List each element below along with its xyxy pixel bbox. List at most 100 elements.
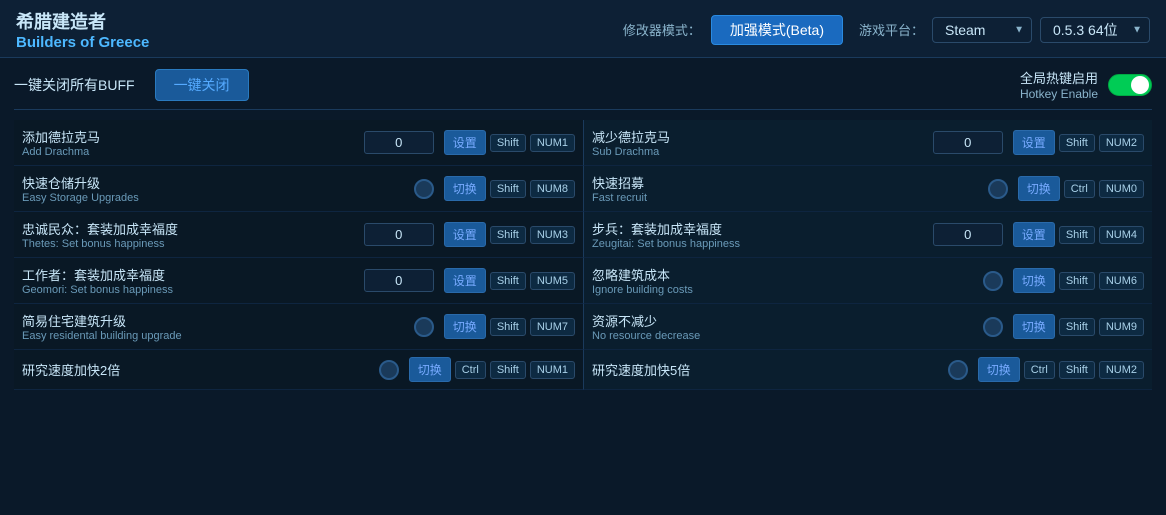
top-right: 全局热键启用 Hotkey Enable: [1020, 68, 1152, 101]
cheat-name-cn: 忠诚民众：套装加成幸福度: [22, 219, 354, 238]
toggle-switch[interactable]: [1108, 74, 1152, 96]
cheat-name-cn: 忽略建筑成本: [592, 265, 973, 284]
set-button-add-drachma[interactable]: 设置: [444, 130, 486, 155]
easy-residential-toggle[interactable]: [414, 317, 434, 337]
key-shift-zeugitai: Shift: [1059, 226, 1095, 244]
hotkey-buttons-geomori: 设置 Shift NUM5: [444, 268, 575, 293]
cheat-name-en: Add Drachma: [22, 146, 354, 158]
fast-recruit-toggle[interactable]: [988, 179, 1008, 199]
enhanced-mode-button[interactable]: 加强模式(Beta): [711, 15, 843, 45]
cheat-row-sub-drachma: 减少德拉克马 Sub Drachma 设置 Shift NUM2: [583, 120, 1152, 166]
key-num8-easy-storage: NUM8: [530, 180, 575, 198]
cheat-row-add-drachma: 添加德拉克马 Add Drachma 设置 Shift NUM1: [14, 120, 583, 166]
zeugitai-input[interactable]: [933, 223, 1003, 246]
key-ctrl-research-5x: Ctrl: [1024, 361, 1055, 379]
cheat-row-zeugitai: 步兵：套装加成幸福度 Zeugitai: Set bonus happiness…: [583, 212, 1152, 258]
hotkey-buttons-research-5x: 切换 Ctrl Shift NUM2: [978, 357, 1144, 382]
add-drachma-input[interactable]: [364, 131, 434, 154]
cheat-name-en: Zeugitai: Set bonus happiness: [592, 238, 923, 250]
cheat-name-en: Geomori: Set bonus happiness: [22, 284, 354, 296]
key-num1-add-drachma: NUM1: [530, 134, 575, 152]
thetes-input[interactable]: [364, 223, 434, 246]
toggle-button-easy-residential[interactable]: 切换: [444, 314, 486, 339]
key-num9-no-resource: NUM9: [1099, 318, 1144, 336]
key-num2-research-5x: NUM2: [1099, 361, 1144, 379]
research-5x-toggle[interactable]: [948, 360, 968, 380]
toggle-button-research-5x[interactable]: 切换: [978, 357, 1020, 382]
cheat-info-easy-storage: 快速仓储升级 Easy Storage Upgrades: [22, 173, 404, 204]
hotkey-buttons-add-drachma: 设置 Shift NUM1: [444, 130, 575, 155]
cheat-name-cn: 快速招募: [592, 173, 978, 192]
key-num2-sub-drachma: NUM2: [1099, 134, 1144, 152]
cheat-name-cn: 资源不减少: [592, 311, 973, 330]
top-row: 一键关闭所有BUFF 一键关闭 全局热键启用 Hotkey Enable: [14, 68, 1152, 110]
title-english: Builders of Greece: [16, 34, 149, 51]
platform-select[interactable]: Steam: [932, 17, 1032, 43]
cheat-name-cn: 步兵：套装加成幸福度: [592, 219, 923, 238]
cheat-row-ignore-building: 忽略建筑成本 Ignore building costs 切换 Shift NU…: [583, 258, 1152, 304]
hotkey-label-cn: 全局热键启用: [1020, 68, 1098, 87]
platform-section: 游戏平台： Steam 0.5.3 64位: [859, 17, 1150, 43]
toggle-button-easy-storage[interactable]: 切换: [444, 176, 486, 201]
geomori-input[interactable]: [364, 269, 434, 292]
cheat-info-sub-drachma: 减少德拉克马 Sub Drachma: [592, 127, 923, 158]
cheat-grid: 添加德拉克马 Add Drachma 设置 Shift NUM1 减少德拉克马 …: [14, 120, 1152, 390]
close-all-label: 一键关闭所有BUFF: [14, 75, 135, 95]
cheat-row-research-2x: 研究速度加快2倍 切换 Ctrl Shift NUM1: [14, 350, 583, 390]
key-num3-thetes: NUM3: [530, 226, 575, 244]
cheat-name-en: Easy Storage Upgrades: [22, 192, 404, 204]
cheat-row-fast-recruit: 快速招募 Fast recruit 切换 Ctrl NUM0: [583, 166, 1152, 212]
key-shift-easy-storage: Shift: [490, 180, 526, 198]
toggle-button-research-2x[interactable]: 切换: [409, 357, 451, 382]
key-shift-research-2x: Shift: [490, 361, 526, 379]
mode-section: 修改器模式： 加强模式(Beta): [623, 15, 843, 45]
top-left: 一键关闭所有BUFF 一键关闭: [14, 69, 249, 101]
toggle-button-fast-recruit[interactable]: 切换: [1018, 176, 1060, 201]
header: 希腊建造者 Builders of Greece 修改器模式： 加强模式(Bet…: [0, 0, 1166, 58]
easy-storage-toggle[interactable]: [414, 179, 434, 199]
cheat-row-no-resource: 资源不减少 No resource decrease 切换 Shift NUM9: [583, 304, 1152, 350]
main-content: 一键关闭所有BUFF 一键关闭 全局热键启用 Hotkey Enable 添加德…: [0, 58, 1166, 400]
hotkey-label-group: 全局热键启用 Hotkey Enable: [1020, 68, 1098, 101]
cheat-name-cn: 快速仓储升级: [22, 173, 404, 192]
set-button-geomori[interactable]: 设置: [444, 268, 486, 293]
key-shift-add-drachma: Shift: [490, 134, 526, 152]
hotkey-buttons-thetes: 设置 Shift NUM3: [444, 222, 575, 247]
key-shift-easy-residential: Shift: [490, 318, 526, 336]
cheat-info-ignore-building: 忽略建筑成本 Ignore building costs: [592, 265, 973, 296]
key-ctrl-research-2x: Ctrl: [455, 361, 486, 379]
research-2x-toggle[interactable]: [379, 360, 399, 380]
key-shift-research-5x: Shift: [1059, 361, 1095, 379]
ignore-building-toggle[interactable]: [983, 271, 1003, 291]
title-chinese: 希腊建造者: [16, 8, 149, 34]
toggle-button-no-resource[interactable]: 切换: [1013, 314, 1055, 339]
cheat-info-thetes: 忠诚民众：套装加成幸福度 Thetes: Set bonus happiness: [22, 219, 354, 250]
cheat-row-easy-residential: 简易住宅建筑升级 Easy residental building upgrad…: [14, 304, 583, 350]
hotkey-buttons-sub-drachma: 设置 Shift NUM2: [1013, 130, 1144, 155]
sub-drachma-input[interactable]: [933, 131, 1003, 154]
key-shift-sub-drachma: Shift: [1059, 134, 1095, 152]
set-button-sub-drachma[interactable]: 设置: [1013, 130, 1055, 155]
cheat-name-cn: 简易住宅建筑升级: [22, 311, 404, 330]
set-button-zeugitai[interactable]: 设置: [1013, 222, 1055, 247]
version-select[interactable]: 0.5.3 64位: [1040, 17, 1150, 43]
cheat-name-en: Thetes: Set bonus happiness: [22, 238, 354, 250]
cheat-info-research-2x: 研究速度加快2倍: [22, 360, 369, 379]
cheat-name-en: Ignore building costs: [592, 284, 973, 296]
toggle-button-ignore-building[interactable]: 切换: [1013, 268, 1055, 293]
key-shift-thetes: Shift: [490, 226, 526, 244]
hotkey-buttons-fast-recruit: 切换 Ctrl NUM0: [1018, 176, 1144, 201]
close-all-button[interactable]: 一键关闭: [155, 69, 249, 101]
key-num4-zeugitai: NUM4: [1099, 226, 1144, 244]
cheat-row-thetes: 忠诚民众：套装加成幸福度 Thetes: Set bonus happiness…: [14, 212, 583, 258]
set-button-thetes[interactable]: 设置: [444, 222, 486, 247]
cheat-info-fast-recruit: 快速招募 Fast recruit: [592, 173, 978, 204]
cheat-name-cn: 研究速度加快2倍: [22, 360, 369, 379]
cheat-info-geomori: 工作者：套装加成幸福度 Geomori: Set bonus happiness: [22, 265, 354, 296]
hotkey-buttons-easy-storage: 切换 Shift NUM8: [444, 176, 575, 201]
cheat-name-en: Fast recruit: [592, 192, 978, 204]
cheat-name-en: Easy residental building upgrade: [22, 330, 404, 342]
no-resource-toggle[interactable]: [983, 317, 1003, 337]
platform-label: 游戏平台：: [859, 20, 924, 39]
cheat-name-en: Sub Drachma: [592, 146, 923, 158]
